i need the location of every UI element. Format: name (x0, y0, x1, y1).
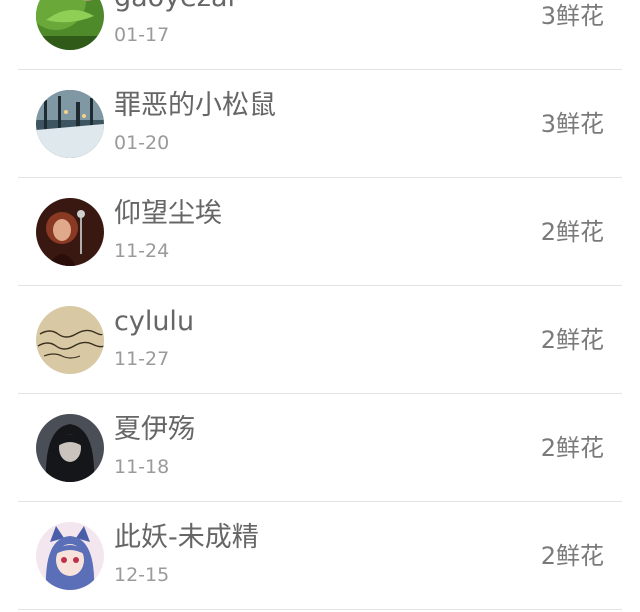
list-item[interactable]: gaoyezai 01-17 3鲜花 (0, 0, 640, 70)
gift-date: 11-24 (114, 240, 170, 262)
gift-date: 11-18 (114, 456, 170, 478)
avatar[interactable] (36, 414, 104, 482)
flower-count: 2鲜花 (540, 218, 604, 246)
winter-street-photo-icon (36, 90, 104, 158)
list-item[interactable]: 仰望尘埃 11-24 2鲜花 (0, 178, 640, 286)
anime-catgirl-photo-icon (36, 522, 104, 590)
flower-count: 2鲜花 (540, 542, 604, 570)
user-name: 夏伊殇 (114, 414, 195, 445)
gift-date: 11-27 (114, 348, 170, 370)
flower-count: 3鲜花 (540, 2, 604, 30)
user-name: gaoyezai (114, 0, 235, 16)
list-item[interactable]: cylulu 11-27 2鲜花 (0, 286, 640, 394)
list-item[interactable]: 夏伊殇 11-18 2鲜花 (0, 394, 640, 502)
list-item[interactable]: 罪恶的小松鼠 01-20 3鲜花 (0, 70, 640, 178)
singer-photo-icon (36, 198, 104, 266)
avatar[interactable] (36, 198, 104, 266)
divider (18, 609, 622, 610)
user-name: cylulu (114, 306, 195, 337)
avatar[interactable] (36, 522, 104, 590)
user-name: 仰望尘埃 (114, 198, 222, 229)
avatar[interactable] (36, 0, 104, 50)
user-name: 罪恶的小松鼠 (114, 90, 276, 121)
gift-date: 01-20 (114, 132, 170, 154)
flower-count: 2鲜花 (540, 326, 604, 354)
handwriting-photo-icon (36, 306, 104, 374)
list-item[interactable]: 此妖-未成精 12-15 2鲜花 (0, 502, 640, 610)
gift-date: 01-17 (114, 24, 170, 46)
avatar[interactable] (36, 90, 104, 158)
dark-hair-girl-photo-icon (36, 414, 104, 482)
gift-date: 12-15 (114, 564, 170, 586)
leaf-photo-icon (36, 0, 104, 50)
user-name: 此妖-未成精 (114, 522, 259, 553)
gift-list: gaoyezai 01-17 3鲜花 罪恶的小松鼠 01-20 3鲜花 (0, 0, 640, 612)
avatar[interactable] (36, 306, 104, 374)
flower-count: 3鲜花 (540, 110, 604, 138)
flower-count: 2鲜花 (540, 434, 604, 462)
